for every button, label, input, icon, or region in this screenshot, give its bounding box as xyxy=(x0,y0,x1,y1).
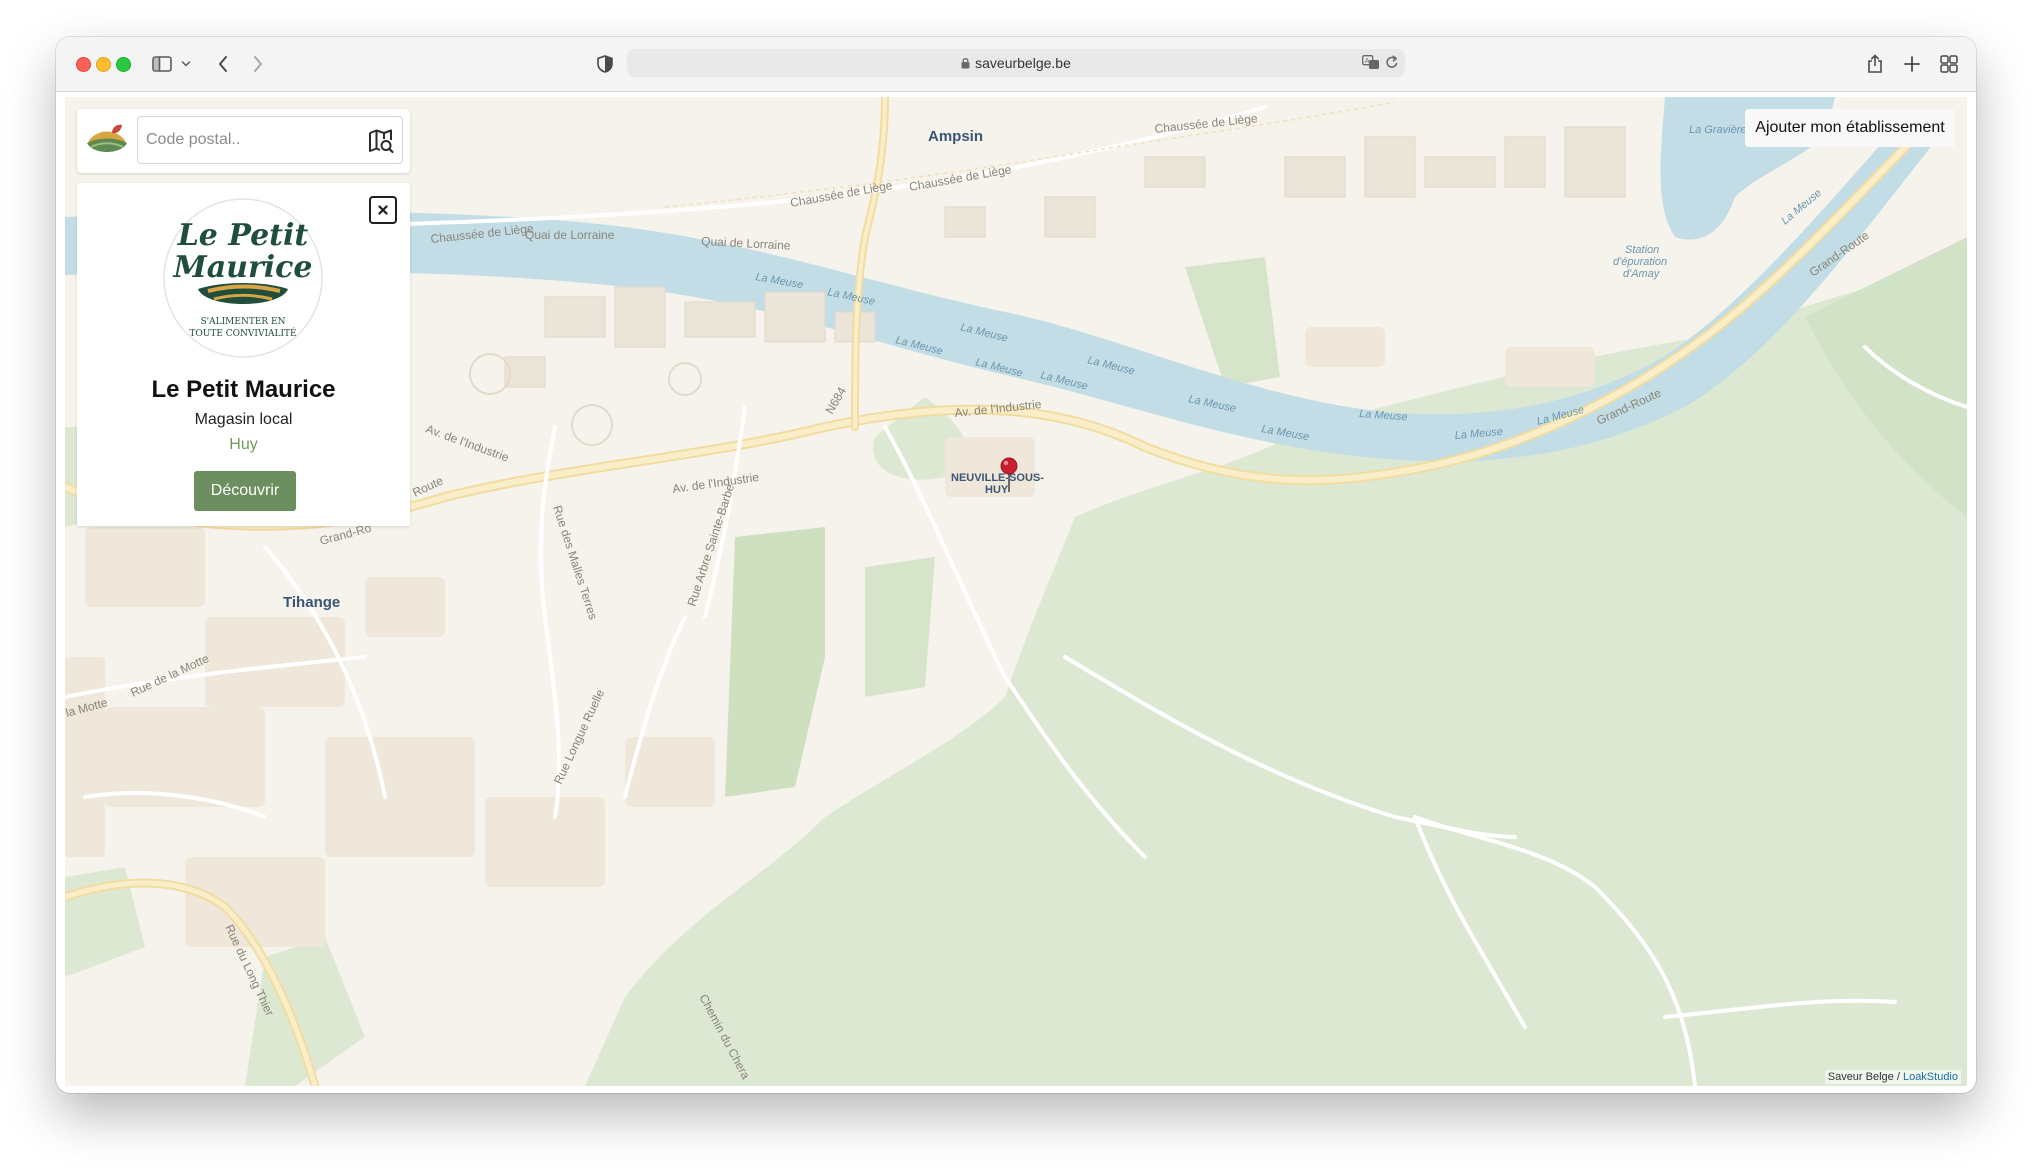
map-search-icon[interactable] xyxy=(367,127,395,155)
minimize-window-button[interactable] xyxy=(96,57,111,72)
road-label: Quai de Lorraine xyxy=(525,228,615,242)
svg-text:Le Petit: Le Petit xyxy=(177,218,309,253)
store-name: Le Petit Maurice xyxy=(151,376,336,403)
map-viewport[interactable]: Ampsin Tihange NEUVILLE-SOUS- HUY Chauss… xyxy=(65,97,1967,1086)
close-icon xyxy=(378,205,388,215)
map-attribution: Saveur Belge / LoakStudio xyxy=(1824,1070,1961,1084)
share-icon[interactable] xyxy=(1862,51,1888,77)
reload-icon[interactable] xyxy=(1385,55,1399,75)
browser-toolbar: saveurbelge.be A xyxy=(56,37,1976,92)
translate-icon[interactable]: A xyxy=(1362,55,1380,75)
map-pin-icon[interactable] xyxy=(999,457,1019,493)
map-label-ampsin: Ampsin xyxy=(928,128,983,145)
search-panel xyxy=(77,109,410,173)
lake-label: La Gravière xyxy=(1689,124,1746,136)
address-bar[interactable]: saveurbelge.be A xyxy=(627,49,1405,77)
close-popup-button[interactable] xyxy=(369,196,397,224)
tab-overview-icon[interactable] xyxy=(1936,51,1962,77)
back-icon[interactable] xyxy=(210,51,236,77)
url-text: saveurbelge.be xyxy=(975,55,1071,71)
svg-text:TOUTE CONVIVIALITÉ: TOUTE CONVIVIALITÉ xyxy=(189,327,296,339)
station-label-1: Station xyxy=(1625,244,1659,256)
store-city[interactable]: Huy xyxy=(77,436,410,454)
lock-icon xyxy=(961,56,970,72)
svg-text:Maurice: Maurice xyxy=(172,250,312,285)
store-type: Magasin local xyxy=(194,411,293,428)
sidebar-icon[interactable] xyxy=(149,51,175,77)
forward-icon[interactable] xyxy=(245,51,271,77)
svg-text:S'ALIMENTER EN: S'ALIMENTER EN xyxy=(201,317,286,327)
postal-code-input[interactable] xyxy=(137,116,403,164)
privacy-shield-icon[interactable] xyxy=(592,51,618,77)
map-label-tihange: Tihange xyxy=(283,594,340,611)
svg-text:A: A xyxy=(1365,57,1370,65)
attribution-separator: / xyxy=(1893,1071,1903,1083)
store-logo: Le Petit Maurice S'ALIMENTER EN TOUTE CO… xyxy=(163,198,323,358)
forest-area xyxy=(865,557,935,697)
close-window-button[interactable] xyxy=(76,57,91,72)
add-business-button[interactable]: Ajouter mon établissement xyxy=(1745,109,1955,147)
station-label-2: d'épuration xyxy=(1613,256,1667,268)
attribution-brand: Saveur Belge xyxy=(1827,1071,1894,1083)
station-label-3: d'Amay xyxy=(1623,268,1661,280)
attribution-studio-link[interactable]: LoakStudio xyxy=(1903,1071,1958,1083)
discover-button[interactable]: Découvrir xyxy=(194,471,296,511)
browser-window: saveurbelge.be A Ampsin Tihange NEUVILLE… xyxy=(56,37,1976,1093)
maximize-window-button[interactable] xyxy=(116,57,131,72)
saveur-belge-logo xyxy=(87,124,127,152)
map-label-neuville-1: NEUVILLE-SOUS- xyxy=(951,472,1044,484)
store-popup: Le Petit Maurice S'ALIMENTER EN TOUTE CO… xyxy=(77,183,410,526)
new-tab-icon[interactable] xyxy=(1899,51,1925,77)
chevron-down-icon[interactable] xyxy=(178,51,194,77)
